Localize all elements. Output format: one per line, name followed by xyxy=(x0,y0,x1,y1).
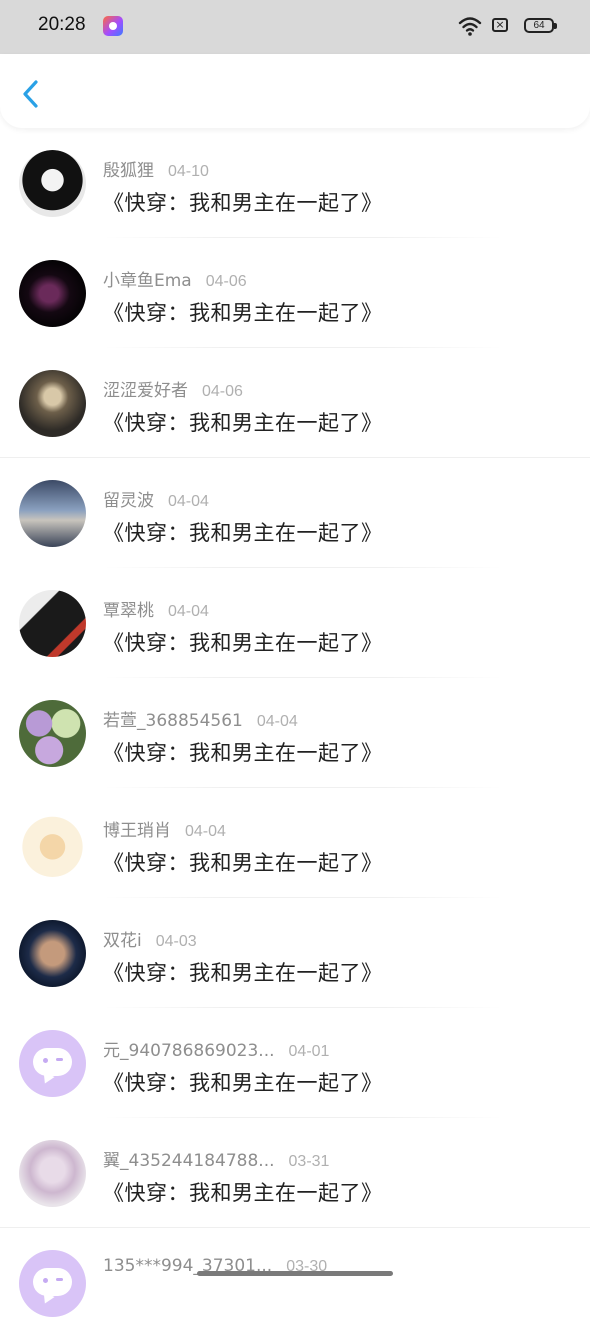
comment-text: 《快穿：我和男主在一起了》 xyxy=(103,191,383,215)
user-name[interactable]: 覃翠桃 xyxy=(103,601,154,621)
comment-text: 《快穿：我和男主在一起了》 xyxy=(103,521,383,545)
avatar[interactable] xyxy=(19,1140,86,1207)
battery-icon: 64 xyxy=(524,18,557,33)
list-item[interactable]: 135***994_37301... 03-30 xyxy=(0,1228,590,1338)
user-name[interactable]: 殷狐狸 xyxy=(103,161,154,181)
app-notification-icon xyxy=(103,16,123,36)
comment-date: 03-31 xyxy=(288,1153,330,1170)
header-bar xyxy=(0,54,590,128)
comment-date: 04-04 xyxy=(168,603,209,620)
comment-text: 《快穿：我和男主在一起了》 xyxy=(103,1071,383,1095)
avatar[interactable] xyxy=(19,700,86,767)
comment-text: 《快穿：我和男主在一起了》 xyxy=(103,741,383,765)
avatar[interactable] xyxy=(19,150,86,217)
user-name[interactable]: 元_940786869023... xyxy=(103,1041,275,1061)
comment-text: 《快穿：我和男主在一起了》 xyxy=(103,631,383,655)
avatar[interactable] xyxy=(19,810,86,877)
list-item[interactable]: 殷狐狸 04-10 《快穿：我和男主在一起了》 xyxy=(0,128,590,238)
comment-date: 04-04 xyxy=(185,823,226,840)
user-name[interactable]: 涩涩爱好者 xyxy=(103,381,188,401)
back-button[interactable] xyxy=(14,74,50,114)
list-item[interactable]: 小章鱼Ema 04-06 《快穿：我和男主在一起了》 xyxy=(0,238,590,348)
sim-icon: × xyxy=(492,18,508,32)
list-item[interactable]: 涩涩爱好者 04-06 《快穿：我和男主在一起了》 xyxy=(0,348,590,458)
avatar[interactable] xyxy=(19,260,86,327)
user-name[interactable]: 留灵波 xyxy=(103,491,154,511)
avatar[interactable] xyxy=(19,1250,86,1317)
comment-date: 04-03 xyxy=(155,933,197,950)
comment-text: 《快穿：我和男主在一起了》 xyxy=(103,411,383,435)
comment-text: 《快穿：我和男主在一起了》 xyxy=(103,961,383,985)
status-bar: 20:28 × 64 xyxy=(0,0,590,54)
avatar[interactable] xyxy=(19,1030,86,1097)
list-item[interactable]: 元_940786869023... 04-01 《快穿：我和男主在一起了》 xyxy=(0,1008,590,1118)
user-name[interactable]: 双花i xyxy=(103,931,142,951)
list-item[interactable]: 覃翠桃 04-04 《快穿：我和男主在一起了》 xyxy=(0,568,590,678)
home-indicator[interactable] xyxy=(197,1271,393,1276)
avatar[interactable] xyxy=(19,590,86,657)
comment-date: 04-06 xyxy=(202,383,243,400)
comment-date: 04-01 xyxy=(288,1043,330,1060)
status-time: 20:28 xyxy=(38,14,86,35)
list-item[interactable]: 双花i 04-03 《快穿：我和男主在一起了》 xyxy=(0,898,590,1008)
chat-bubble-icon xyxy=(33,1268,72,1296)
avatar[interactable] xyxy=(19,480,86,547)
list-item[interactable]: 若萱_368854561 04-04 《快穿：我和男主在一起了》 xyxy=(0,678,590,788)
user-name[interactable]: 若萱_368854561 xyxy=(103,711,243,731)
comment-date: 04-04 xyxy=(256,713,298,730)
list-item[interactable]: 博王琑肖 04-04 《快穿：我和男主在一起了》 xyxy=(0,788,590,898)
avatar[interactable] xyxy=(19,920,86,987)
comment-date: 04-06 xyxy=(205,273,247,290)
comment-list: 殷狐狸 04-10 《快穿：我和男主在一起了》 小章鱼Ema 04-06 《快穿：我… xyxy=(0,128,590,1338)
wifi-icon xyxy=(458,17,482,36)
chat-bubble-icon xyxy=(33,1048,72,1076)
list-item[interactable]: 留灵波 04-04 《快穿：我和男主在一起了》 xyxy=(0,458,590,568)
comment-text: 《快穿：我和男主在一起了》 xyxy=(103,301,383,325)
comment-date: 04-04 xyxy=(168,493,209,510)
list-item[interactable]: 翼_435244184788... 03-31 《快穿：我和男主在一起了》 xyxy=(0,1118,590,1228)
user-name[interactable]: 翼_435244184788... xyxy=(103,1151,275,1171)
comment-text: 《快穿：我和男主在一起了》 xyxy=(103,851,383,875)
chevron-left-icon xyxy=(23,80,38,108)
user-name[interactable]: 小章鱼Ema xyxy=(103,271,192,291)
comment-date: 04-10 xyxy=(168,163,209,180)
comment-text: 《快穿：我和男主在一起了》 xyxy=(103,1181,383,1205)
avatar[interactable] xyxy=(19,370,86,437)
user-name[interactable]: 博王琑肖 xyxy=(103,821,171,841)
